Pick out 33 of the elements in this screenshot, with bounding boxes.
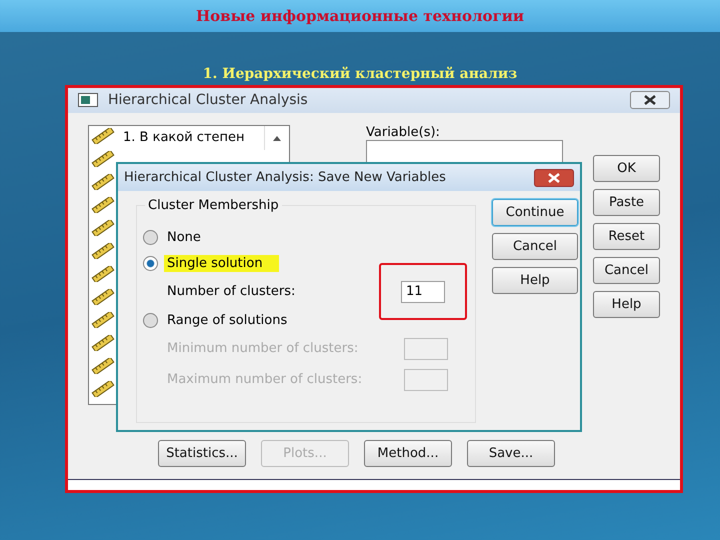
dialog-button[interactable]: Method...: [364, 440, 452, 468]
slide-title: Новые информационные технологии: [196, 7, 524, 25]
radio-button[interactable]: [143, 230, 158, 244]
slide-subtitle: 1. Иерархический кластерный анализ: [202, 66, 518, 82]
field-label: Number of clusters:: [167, 284, 296, 299]
dialog-button[interactable]: Continue: [492, 199, 578, 226]
dialog-title: Hierarchical Cluster Analysis: Save New Variables: [124, 170, 447, 185]
close-icon: [546, 172, 562, 182]
window-title: Hierarchical Cluster Analysis: [108, 92, 309, 108]
dialog-button[interactable]: Save...: [467, 440, 555, 468]
close-button[interactable]: [630, 91, 670, 110]
option-label: None: [166, 228, 202, 246]
variables-label: Variable(s):: [366, 124, 441, 140]
dialog-button[interactable]: Paste: [593, 188, 660, 216]
window-icon: [78, 93, 98, 108]
scroll-up-icon: [273, 134, 281, 141]
close-icon: [642, 95, 658, 106]
option-label: Range of solutions: [166, 312, 288, 328]
dialog-button[interactable]: OK: [593, 154, 660, 182]
dialog-button[interactable]: Statistics...: [158, 440, 246, 468]
radio-button[interactable]: [143, 312, 158, 328]
close-button[interactable]: [534, 168, 574, 186]
dialog-button[interactable]: Reset: [593, 222, 660, 250]
group-title: Cluster Membership: [145, 198, 282, 213]
dialog-button[interactable]: Cancel: [593, 256, 660, 284]
field-label: Minimum number of clusters:: [167, 341, 360, 356]
option-label: Single solution: [164, 254, 279, 272]
dialog-button[interactable]: Help: [593, 290, 660, 318]
field-label: Maximum number of clusters:: [167, 372, 364, 387]
input-field[interactable]: 11: [401, 280, 445, 303]
dialog-button[interactable]: Help: [492, 267, 578, 294]
radio-button[interactable]: [143, 256, 158, 270]
dialog-button[interactable]: Cancel: [492, 233, 578, 260]
